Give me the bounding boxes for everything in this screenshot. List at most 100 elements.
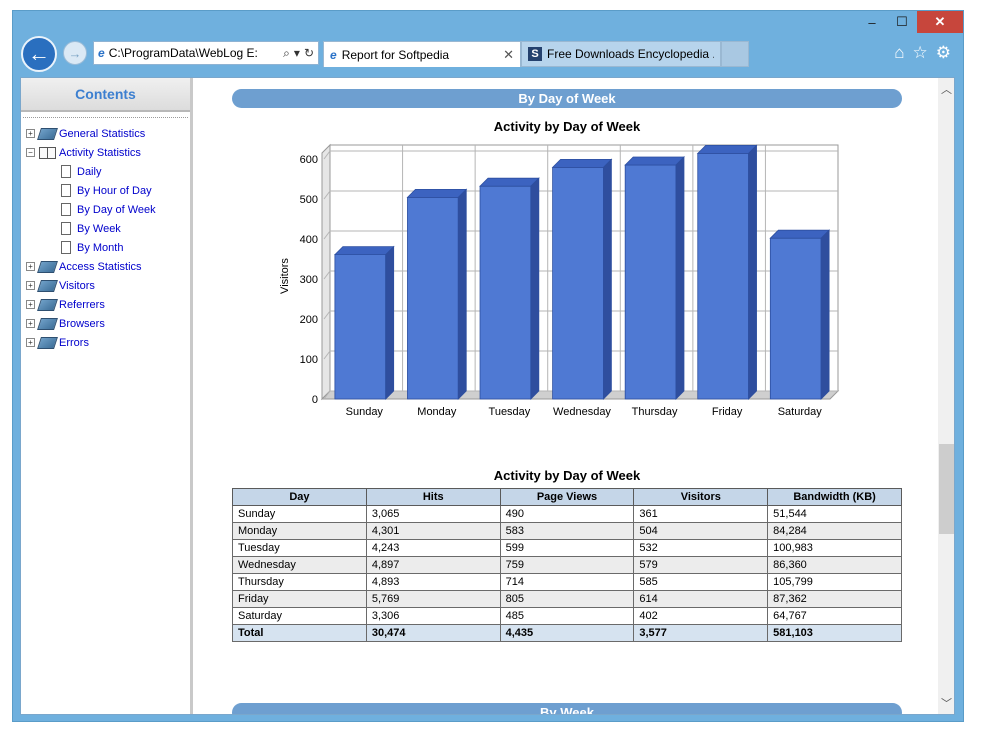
- page-icon: [61, 222, 71, 235]
- book-icon: [37, 298, 58, 311]
- tree-item[interactable]: + Referrers: [21, 295, 190, 314]
- browser-tools: ⌂ ☆ ⚙: [894, 43, 951, 63]
- bar-side: [748, 144, 757, 400]
- contents-tree: + General Statistics − Activity Statistics D…: [21, 118, 190, 352]
- table-cell: Friday: [232, 590, 367, 608]
- sidebar-title: Contents: [21, 78, 190, 112]
- tree-item-label[interactable]: Errors: [59, 337, 89, 349]
- maximize-button[interactable]: ☐: [887, 11, 917, 33]
- bar-top: [479, 177, 540, 187]
- search-icon[interactable]: ⌕: [283, 46, 290, 61]
- address-bar[interactable]: e C:\ProgramData\WebLog E: ⌕ ▾ ↻: [93, 41, 319, 65]
- tab-softpedia[interactable]: S Free Downloads Encyclopedia ...: [521, 41, 721, 67]
- y-tick-label: 400: [300, 234, 318, 246]
- column-header-bandwidth: Bandwidth (KB): [767, 488, 902, 506]
- table-cell: Wednesday: [232, 556, 367, 574]
- scroll-up-icon[interactable]: ︿: [938, 80, 954, 97]
- table-cell: 504: [633, 522, 769, 540]
- settings-gear-icon[interactable]: ⚙: [936, 43, 951, 63]
- tree-item-label[interactable]: General Statistics: [59, 128, 145, 140]
- table-cell: 51,544: [767, 505, 902, 523]
- tree-item-label[interactable]: Browsers: [59, 318, 105, 330]
- y-tick-label: 600: [300, 154, 318, 166]
- tree-item[interactable]: + Errors: [21, 333, 190, 352]
- table-cell: 714: [499, 573, 635, 591]
- table-cell: 581,103: [767, 624, 902, 642]
- bar: [697, 152, 749, 400]
- new-tab-button[interactable]: [721, 41, 749, 67]
- table-cell: 579: [633, 556, 769, 574]
- bar-top: [696, 144, 758, 154]
- tree-item-label[interactable]: By Month: [77, 242, 123, 254]
- table-cell: 64,767: [767, 607, 902, 625]
- table-cell: 105,799: [767, 573, 902, 591]
- collapse-icon[interactable]: −: [26, 148, 35, 157]
- expand-icon[interactable]: +: [26, 319, 35, 328]
- vertical-scrollbar[interactable]: ︿ ﹀: [938, 78, 954, 714]
- address-url[interactable]: C:\ProgramData\WebLog E:: [109, 46, 283, 60]
- tree-item-label[interactable]: By Hour of Day: [77, 185, 152, 197]
- tree-item-label[interactable]: Referrers: [59, 299, 105, 311]
- back-button[interactable]: ←: [21, 36, 57, 72]
- browser-window: – ☐ ✕ ← → e C:\ProgramData\WebLog E: ⌕ ▾…: [12, 10, 964, 722]
- table-header-row: Day Hits Page Views Visitors Bandwidth (…: [232, 488, 902, 506]
- y-tick-label: 500: [300, 194, 318, 206]
- bar-top: [624, 156, 685, 166]
- tab-close-icon[interactable]: ✕: [503, 47, 514, 63]
- x-tick-label: Friday: [712, 406, 743, 418]
- table-cell: 532: [633, 539, 769, 557]
- table-cell: Total: [232, 624, 367, 642]
- table-cell: 3,577: [633, 624, 769, 642]
- y-tick-label: 0: [312, 394, 318, 406]
- tree-item-label[interactable]: Visitors: [59, 280, 95, 292]
- favorites-star-icon[interactable]: ☆: [913, 43, 928, 63]
- table-cell: 759: [499, 556, 635, 574]
- dropdown-icon[interactable]: ▾: [294, 46, 300, 61]
- tree-item[interactable]: By Hour of Day: [21, 181, 190, 200]
- tree-item[interactable]: + Visitors: [21, 276, 190, 295]
- expand-icon[interactable]: +: [26, 262, 35, 271]
- tab-report[interactable]: e Report for Softpedia ✕: [323, 41, 521, 67]
- tree-item-label[interactable]: Access Statistics: [59, 261, 142, 273]
- expand-icon[interactable]: +: [26, 281, 35, 290]
- tree-item-label[interactable]: Daily: [77, 166, 101, 178]
- table-cell: 485: [499, 607, 635, 625]
- bar-top: [406, 189, 468, 198]
- bar-side: [457, 188, 467, 400]
- tree-item[interactable]: − Activity Statistics: [21, 143, 190, 162]
- close-button[interactable]: ✕: [917, 11, 963, 33]
- x-tick-label: Thursday: [632, 406, 678, 418]
- refresh-icon[interactable]: ↻: [304, 46, 314, 61]
- forward-arrow-icon: →: [68, 45, 82, 61]
- forward-button[interactable]: →: [63, 41, 87, 65]
- tree-item[interactable]: + Browsers: [21, 314, 190, 333]
- tree-item[interactable]: By Day of Week: [21, 200, 190, 219]
- scroll-down-icon[interactable]: ﹀: [938, 694, 954, 711]
- tree-item[interactable]: Daily: [21, 162, 190, 181]
- activity-table: Day Hits Page Views Visitors Bandwidth (…: [232, 488, 902, 642]
- home-icon[interactable]: ⌂: [894, 43, 904, 63]
- tree-item[interactable]: By Week: [21, 219, 190, 238]
- page-icon: [61, 203, 71, 216]
- table-cell: 4,301: [365, 522, 501, 540]
- tree-item-label[interactable]: By Week: [77, 223, 121, 235]
- table-cell: 614: [633, 590, 769, 608]
- tree-item[interactable]: + General Statistics: [21, 124, 190, 143]
- bar: [624, 164, 677, 400]
- expand-icon[interactable]: +: [26, 300, 35, 309]
- back-arrow-icon: ←: [28, 41, 50, 66]
- tree-item-label[interactable]: Activity Statistics: [59, 147, 141, 159]
- tree-item[interactable]: By Month: [21, 238, 190, 257]
- table-cell: 805: [499, 590, 635, 608]
- tree-item-label[interactable]: By Day of Week: [77, 204, 156, 216]
- expand-icon[interactable]: +: [26, 129, 35, 138]
- book-icon: [37, 279, 58, 292]
- table-cell: 86,360: [767, 556, 902, 574]
- table-cell: Tuesday: [232, 539, 367, 557]
- minimize-button[interactable]: –: [857, 11, 887, 33]
- report-main: By Day of Week Activity by Day of Week 0…: [196, 78, 936, 714]
- tree-item[interactable]: + Access Statistics: [21, 257, 190, 276]
- table-cell: 490: [499, 505, 635, 523]
- scroll-thumb[interactable]: [939, 444, 954, 534]
- expand-icon[interactable]: +: [26, 338, 35, 347]
